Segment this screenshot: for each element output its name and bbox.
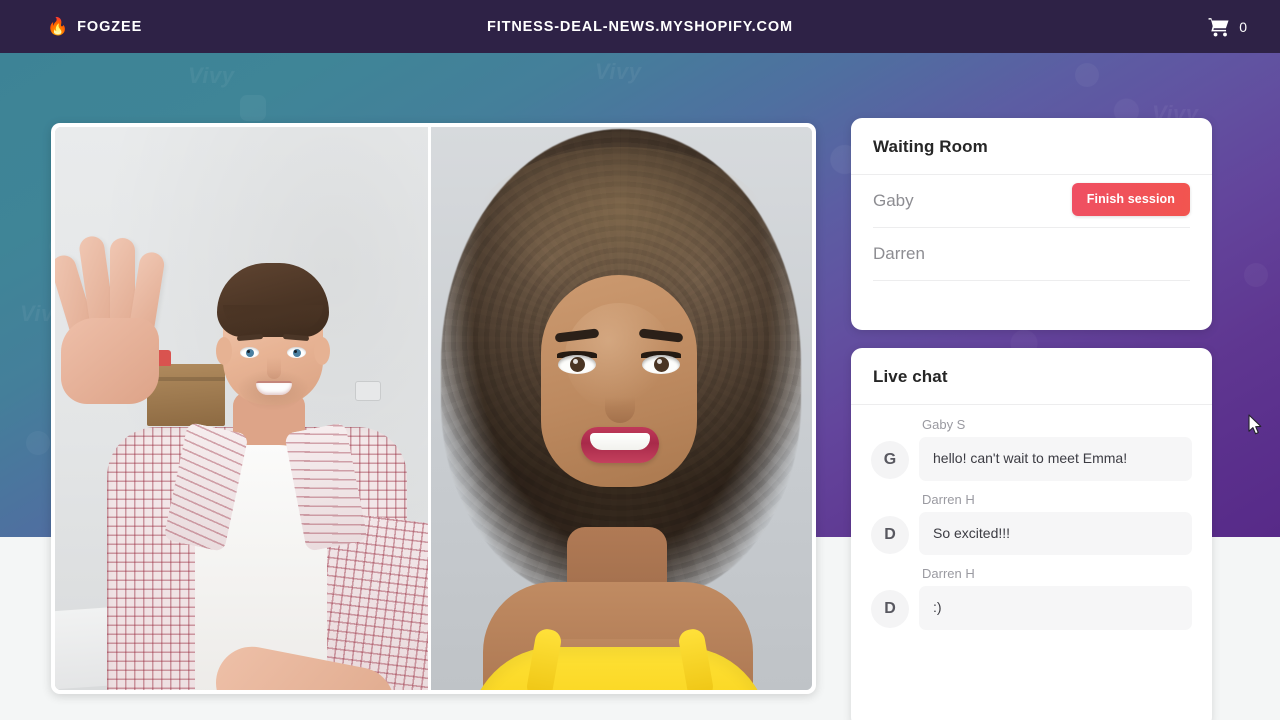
chat-message: D Darren H So excited!!! bbox=[871, 491, 1192, 555]
waiting-room-row[interactable]: Gaby Finish session bbox=[873, 175, 1190, 228]
watermark-shape bbox=[1075, 63, 1099, 87]
watermark-text: Vivy bbox=[595, 59, 642, 84]
top-navigation-bar: 🔥 FOGZEE FITNESS-DEAL-NEWS.MYSHOPIFY.COM… bbox=[0, 0, 1280, 53]
message-text: hello! can't wait to meet Emma! bbox=[919, 437, 1192, 481]
right-sidebar: Waiting Room Gaby Finish session Darren … bbox=[851, 118, 1212, 720]
waiting-room-panel: Waiting Room Gaby Finish session Darren bbox=[851, 118, 1212, 330]
video-stage bbox=[51, 123, 816, 694]
page-title: FITNESS-DEAL-NEWS.MYSHOPIFY.COM bbox=[487, 18, 793, 35]
waiting-room-list: Gaby Finish session Darren bbox=[851, 175, 1212, 281]
participant-video-left[interactable] bbox=[55, 127, 428, 690]
participant-name: Gaby bbox=[873, 191, 914, 210]
person-face-left bbox=[216, 263, 330, 411]
cart-widget[interactable]: 0 bbox=[1208, 17, 1247, 37]
live-chat-panel: Live chat G Gaby S hello! can't wait to … bbox=[851, 348, 1212, 720]
avatar: D bbox=[871, 515, 909, 554]
watermark-text: Vivy bbox=[188, 63, 235, 88]
message-author: Darren H bbox=[922, 491, 975, 507]
avatar: D bbox=[871, 590, 909, 628]
participant-video-right[interactable] bbox=[431, 127, 812, 690]
avatar: G bbox=[871, 441, 909, 479]
video-scene-left bbox=[55, 127, 428, 690]
waiting-room-header: Waiting Room bbox=[851, 118, 1212, 175]
watermark-shape bbox=[240, 95, 266, 121]
chat-message-list[interactable]: G Gaby S hello! can't wait to meet Emma!… bbox=[851, 405, 1212, 630]
message-text: :) bbox=[919, 586, 1192, 630]
chat-message: D Darren H :) bbox=[871, 566, 1192, 630]
person-face-right bbox=[541, 275, 697, 487]
watermark-shape bbox=[26, 431, 50, 455]
live-chat-header: Live chat bbox=[851, 348, 1212, 405]
chat-message: G Gaby S hello! can't wait to meet Emma! bbox=[871, 417, 1192, 481]
participant-name: Darren bbox=[873, 244, 925, 263]
cart-count-label: 0 bbox=[1239, 18, 1247, 35]
live-chat-title: Live chat bbox=[873, 367, 948, 386]
message-author: Darren H bbox=[922, 566, 975, 581]
watermark-shape bbox=[1244, 263, 1268, 287]
scene-wall-outlet bbox=[355, 381, 381, 401]
message-text: So excited!!! bbox=[919, 511, 1192, 555]
app-root: 🔥 FOGZEE FITNESS-DEAL-NEWS.MYSHOPIFY.COM… bbox=[0, 0, 1280, 720]
video-scene-right bbox=[431, 127, 812, 690]
message-author: Gaby S bbox=[922, 417, 966, 432]
waiting-room-row[interactable]: Darren bbox=[873, 228, 1190, 281]
waving-hand bbox=[55, 232, 167, 404]
finish-session-button[interactable]: Finish session bbox=[1071, 183, 1190, 216]
waiting-room-title: Waiting Room bbox=[873, 137, 988, 156]
shopping-cart-icon bbox=[1208, 17, 1229, 36]
